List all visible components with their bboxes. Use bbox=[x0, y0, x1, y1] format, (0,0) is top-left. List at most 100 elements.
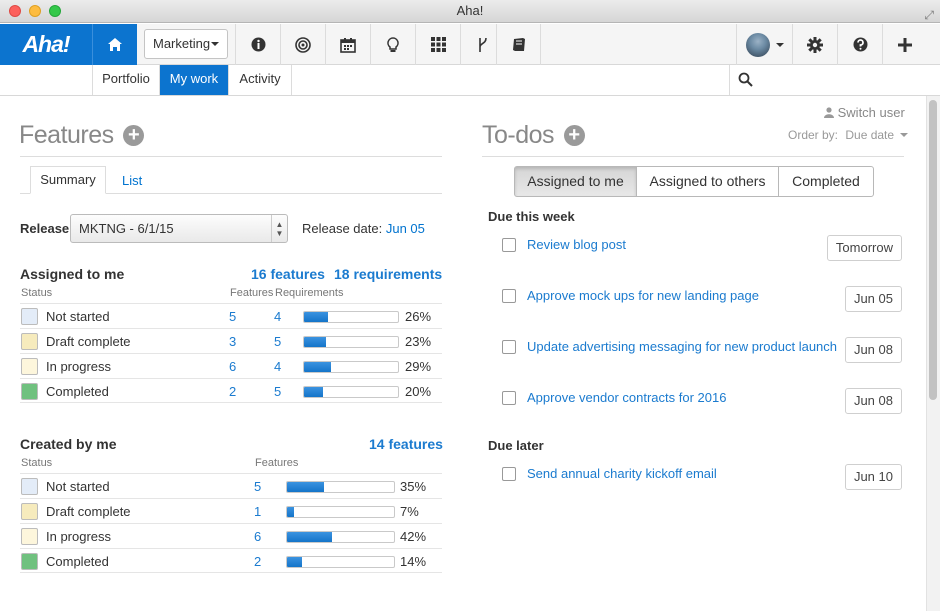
assigned-features-total[interactable]: 16 features bbox=[251, 266, 325, 282]
help-icon bbox=[853, 37, 867, 52]
plus-icon bbox=[897, 37, 912, 52]
requirements-count-link[interactable]: 4 bbox=[274, 309, 281, 324]
tab-portfolio[interactable]: Portfolio bbox=[92, 65, 160, 95]
gear-icon bbox=[807, 36, 823, 53]
add-feature-button[interactable]: + bbox=[123, 125, 145, 146]
info-button[interactable] bbox=[235, 24, 280, 65]
info-icon bbox=[251, 37, 265, 52]
features-count-link[interactable]: 6 bbox=[229, 359, 236, 374]
features-count-link[interactable]: 6 bbox=[254, 529, 261, 544]
todo-link[interactable]: Review blog post bbox=[527, 237, 626, 252]
status-label: Not started bbox=[46, 479, 110, 494]
goals-button[interactable] bbox=[280, 24, 325, 65]
settings-button[interactable] bbox=[792, 24, 837, 65]
filter-completed[interactable]: Completed bbox=[778, 166, 874, 197]
scrollbar-thumb[interactable] bbox=[929, 100, 937, 400]
todo-link[interactable]: Approve vendor contracts for 2016 bbox=[527, 390, 726, 405]
tab-list[interactable]: List bbox=[122, 173, 142, 188]
status-swatch bbox=[21, 358, 38, 375]
window-minimize-button[interactable] bbox=[29, 5, 41, 17]
col-status: Status bbox=[21, 287, 53, 299]
todo-link[interactable]: Update advertising messaging for new pro… bbox=[527, 339, 837, 354]
progress-fill bbox=[304, 362, 332, 372]
calendar-button[interactable] bbox=[325, 24, 370, 65]
window-maximize-button[interactable] bbox=[49, 5, 61, 17]
workspace-label: Marketing bbox=[153, 36, 211, 51]
progress-fill bbox=[287, 532, 332, 542]
search-button[interactable] bbox=[738, 72, 753, 90]
features-count-link[interactable]: 1 bbox=[254, 504, 261, 519]
requirements-count-link[interactable]: 4 bbox=[274, 359, 281, 374]
user-menu[interactable] bbox=[736, 24, 792, 65]
features-count-link[interactable]: 2 bbox=[254, 554, 261, 569]
workspace-dropdown[interactable]: Marketing bbox=[144, 29, 228, 59]
features-board-button[interactable] bbox=[415, 24, 460, 65]
help-button[interactable] bbox=[837, 24, 882, 65]
tab-activity[interactable]: Activity bbox=[229, 65, 292, 95]
todo-checkbox[interactable] bbox=[502, 391, 516, 405]
table-row: Draft complete 1 7% bbox=[20, 498, 442, 523]
release-value: MKTNG - 6/1/15 bbox=[79, 221, 174, 236]
add-todo-button[interactable]: + bbox=[563, 125, 585, 146]
table-row: Completed 2 14% bbox=[20, 548, 442, 573]
release-label: Release bbox=[20, 221, 70, 236]
percent-label: 14% bbox=[400, 554, 427, 569]
todo-item: Send annual charity kickoff email Jun 10 bbox=[502, 464, 902, 494]
grid-icon bbox=[430, 37, 446, 52]
todo-checkbox[interactable] bbox=[502, 340, 516, 354]
table-row: Not started 5 4 26% bbox=[20, 303, 442, 328]
assigned-title: Assigned to me bbox=[20, 266, 125, 282]
todo-checkbox[interactable] bbox=[502, 467, 516, 481]
progress-bar bbox=[303, 311, 399, 323]
add-button[interactable] bbox=[882, 24, 926, 65]
due-date-badge: Tomorrow bbox=[826, 235, 902, 261]
release-date-link[interactable]: Jun 05 bbox=[386, 221, 425, 236]
book-icon bbox=[512, 38, 525, 51]
progress-fill bbox=[287, 482, 325, 492]
requirements-count-link[interactable]: 5 bbox=[274, 384, 281, 399]
assigned-requirements-total[interactable]: 18 requirements bbox=[334, 266, 442, 282]
features-count-link[interactable]: 3 bbox=[229, 334, 236, 349]
release-select[interactable]: MKTNG - 6/1/15 ▲ ▼ bbox=[70, 214, 288, 243]
features-count-link[interactable]: 5 bbox=[229, 309, 236, 324]
home-button[interactable] bbox=[92, 24, 137, 65]
todo-link[interactable]: Send annual charity kickoff email bbox=[527, 466, 717, 481]
todo-link[interactable]: Approve mock ups for new landing page bbox=[527, 288, 759, 303]
features-count-link[interactable]: 2 bbox=[229, 384, 236, 399]
tab-my-work[interactable]: My work bbox=[160, 65, 229, 95]
window-title: Aha! bbox=[456, 3, 484, 18]
ideas-button[interactable] bbox=[370, 24, 415, 65]
progress-fill bbox=[304, 387, 323, 397]
table-row: In progress 6 42% bbox=[20, 523, 442, 548]
fullscreen-icon[interactable]: ⤢ bbox=[924, 4, 934, 26]
features-count-link[interactable]: 5 bbox=[254, 479, 261, 494]
status-label: Completed bbox=[46, 554, 109, 569]
filter-assigned-to-others[interactable]: Assigned to others bbox=[636, 166, 779, 197]
status-label: In progress bbox=[46, 529, 112, 544]
todo-item: Review blog post Tomorrow bbox=[502, 235, 902, 265]
status-label: Draft complete bbox=[46, 504, 131, 519]
filter-assigned-to-me[interactable]: Assigned to me bbox=[514, 166, 637, 197]
order-by-value: Due date bbox=[845, 128, 895, 142]
switch-user-link[interactable]: Switch user bbox=[824, 105, 905, 120]
order-by-dropdown[interactable]: Due date bbox=[845, 128, 909, 142]
todo-checkbox[interactable] bbox=[502, 238, 516, 252]
todos-title: To-dos bbox=[482, 121, 555, 149]
notes-button[interactable] bbox=[496, 24, 541, 65]
requirements-count-link[interactable]: 5 bbox=[274, 334, 281, 349]
progress-fill bbox=[287, 557, 302, 567]
aha-logo[interactable]: Aha! bbox=[0, 24, 92, 65]
progress-bar bbox=[303, 386, 399, 398]
window-close-button[interactable] bbox=[9, 5, 21, 17]
status-swatch bbox=[21, 308, 38, 325]
status-label: Completed bbox=[46, 384, 109, 399]
status-label: In progress bbox=[46, 359, 112, 374]
progress-bar bbox=[286, 556, 395, 568]
created-features-total[interactable]: 14 features bbox=[369, 436, 443, 452]
percent-label: 29% bbox=[405, 359, 432, 374]
tab-summary[interactable]: Summary bbox=[30, 166, 106, 194]
todo-checkbox[interactable] bbox=[502, 289, 516, 303]
chevron-down-icon bbox=[211, 42, 219, 46]
progress-bar bbox=[303, 336, 399, 348]
table-row: In progress 6 4 29% bbox=[20, 353, 442, 378]
